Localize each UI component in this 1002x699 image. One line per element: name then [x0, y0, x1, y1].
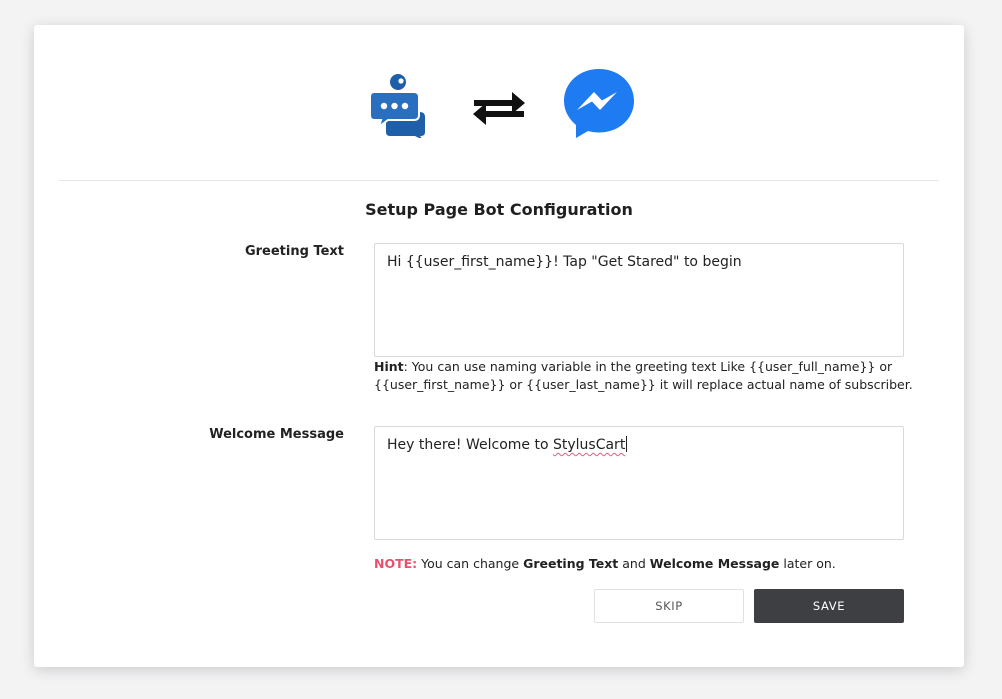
skip-button[interactable]: SKIP	[594, 589, 744, 623]
note-text: NOTE: You can change Greeting Text and W…	[374, 556, 914, 571]
spellcheck-word: StylusCart	[552, 437, 626, 453]
messenger-icon	[564, 69, 634, 138]
integration-icons	[34, 67, 964, 142]
text-caret	[626, 436, 628, 452]
note-tag: NOTE:	[374, 556, 418, 571]
greeting-text-input[interactable]: Hi {{user_first_name}}! Tap "Get Stared"…	[374, 243, 904, 357]
header-divider	[59, 180, 939, 181]
welcome-message-value: Hey there! Welcome to	[387, 437, 553, 453]
greeting-text-value: Hi {{user_first_name}}! Tap "Get Stared"…	[387, 254, 742, 270]
note-strong-welcome: Welcome Message	[649, 556, 780, 571]
welcome-message-label: Welcome Message	[209, 427, 344, 442]
note-part: and	[618, 556, 650, 571]
page-title: Setup Page Bot Configuration	[365, 200, 633, 219]
setup-card: Setup Page Bot Configuration Greeting Te…	[34, 25, 964, 667]
chat-bot-icon	[370, 74, 425, 138]
greeting-text-label: Greeting Text	[244, 244, 344, 259]
save-button[interactable]: SAVE	[754, 589, 904, 623]
note-strong-greeting: Greeting Text	[523, 556, 619, 571]
greeting-hint: Hint: You can use naming variable in the…	[374, 358, 914, 394]
note-part: You can change	[417, 556, 524, 571]
hint-text: : You can use naming variable in the gre…	[374, 359, 913, 392]
hint-label: Hint	[374, 359, 404, 374]
welcome-message-input[interactable]: Hey there! Welcome to StylusCart	[374, 426, 904, 540]
swap-arrows-icon	[473, 92, 525, 125]
note-part: later on.	[779, 556, 836, 571]
